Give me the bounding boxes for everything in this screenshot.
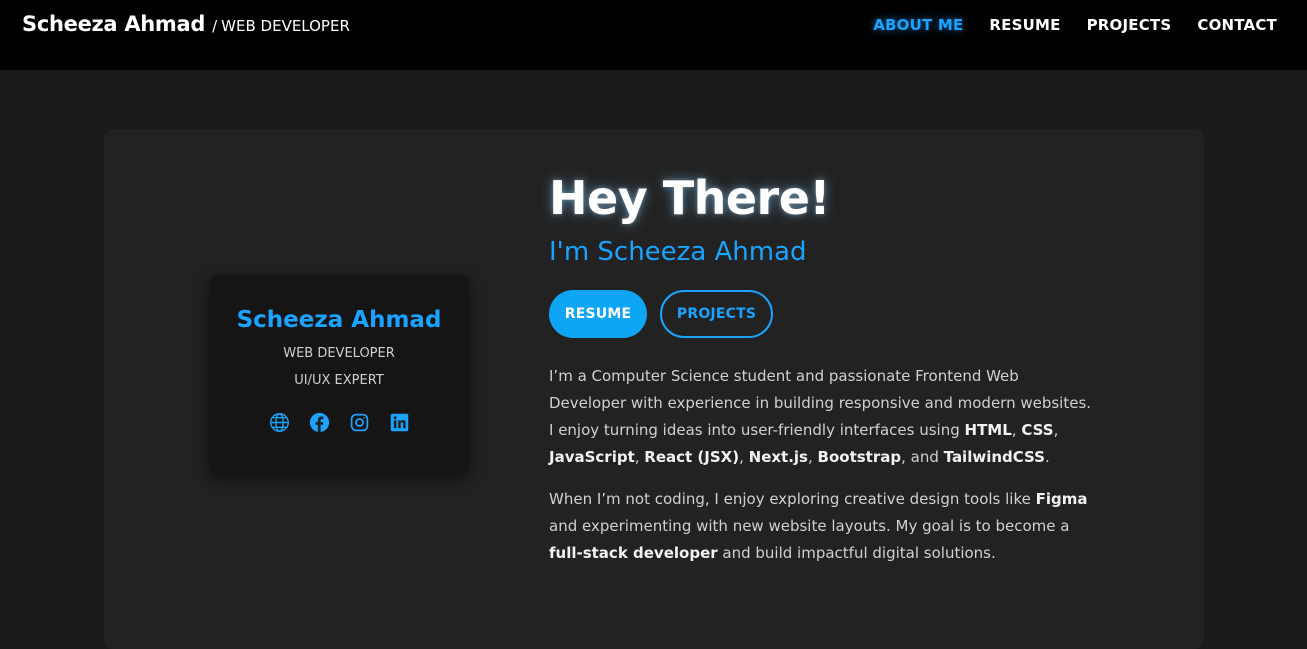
about-p1-sep: , bbox=[807, 448, 818, 466]
top-navbar: Scheeza Ahmad / WEB DEVELOPER ABOUT ME R… bbox=[0, 0, 1307, 70]
about-paragraph-1: I’m a Computer Science student and passi… bbox=[549, 363, 1097, 471]
skill-tailwindcss: TailwindCSS bbox=[943, 448, 1045, 466]
nav-projects[interactable]: PROJECTS bbox=[1087, 16, 1172, 34]
about-p1-sep: , bbox=[1011, 421, 1022, 439]
nav-contact[interactable]: CONTACT bbox=[1197, 16, 1277, 34]
about-p1-sep: , and bbox=[901, 448, 944, 466]
brand-name: Scheeza Ahmad bbox=[22, 12, 206, 36]
tool-figma: Figma bbox=[1035, 490, 1088, 508]
main-nav: ABOUT ME RESUME PROJECTS CONTACT bbox=[873, 16, 1277, 34]
hero-title: Hey There! bbox=[549, 171, 830, 225]
nav-resume[interactable]: RESUME bbox=[989, 16, 1060, 34]
about-p1-sep: , bbox=[634, 448, 645, 466]
profile-role-web-developer: WEB DEVELOPER bbox=[283, 346, 395, 361]
about-p1-sep: , bbox=[739, 448, 749, 466]
about-p1-sep: , bbox=[1053, 421, 1059, 439]
about-p2-intro: When I’m not coding, I enjoy exploring c… bbox=[549, 490, 1036, 508]
instagram-icon[interactable] bbox=[349, 412, 370, 433]
profile-role-uiux-expert: UI/UX EXPERT bbox=[294, 373, 384, 388]
skill-javascript: JavaScript bbox=[549, 448, 635, 466]
globe-icon[interactable] bbox=[269, 412, 290, 433]
about-p1-end: . bbox=[1044, 448, 1050, 466]
profile-name: Scheeza Ahmad bbox=[236, 307, 442, 333]
about-section: Scheeza Ahmad WEB DEVELOPER UI/UX EXPERT bbox=[104, 129, 1204, 649]
about-text: I’m a Computer Science student and passi… bbox=[549, 363, 1097, 582]
brand-role: WEB DEVELOPER bbox=[221, 17, 350, 35]
profile-card: Scheeza Ahmad WEB DEVELOPER UI/UX EXPERT bbox=[209, 275, 469, 475]
social-links bbox=[209, 412, 469, 433]
skill-nextjs: Next.js bbox=[748, 448, 808, 466]
skill-bootstrap: Bootstrap bbox=[817, 448, 902, 466]
goal-full-stack: full-stack developer bbox=[549, 544, 718, 562]
facebook-icon[interactable] bbox=[309, 412, 330, 433]
resume-button[interactable]: RESUME bbox=[549, 290, 647, 338]
brand-separator: / bbox=[212, 17, 218, 35]
nav-about-me[interactable]: ABOUT ME bbox=[873, 16, 963, 34]
brand[interactable]: Scheeza Ahmad / WEB DEVELOPER bbox=[22, 12, 350, 36]
about-paragraph-2: When I’m not coding, I enjoy exploring c… bbox=[549, 486, 1097, 567]
about-p2-end: and build impactful digital solutions. bbox=[717, 544, 996, 562]
hero-subtitle: I'm Scheeza Ahmad bbox=[549, 237, 807, 267]
projects-button[interactable]: PROJECTS bbox=[660, 290, 773, 338]
skill-html: HTML bbox=[964, 421, 1012, 439]
skill-react: React (JSX) bbox=[644, 448, 740, 466]
skill-css: CSS bbox=[1021, 421, 1054, 439]
about-p2-middle: and experimenting with new website layou… bbox=[549, 517, 1070, 535]
linkedin-icon[interactable] bbox=[389, 412, 410, 433]
